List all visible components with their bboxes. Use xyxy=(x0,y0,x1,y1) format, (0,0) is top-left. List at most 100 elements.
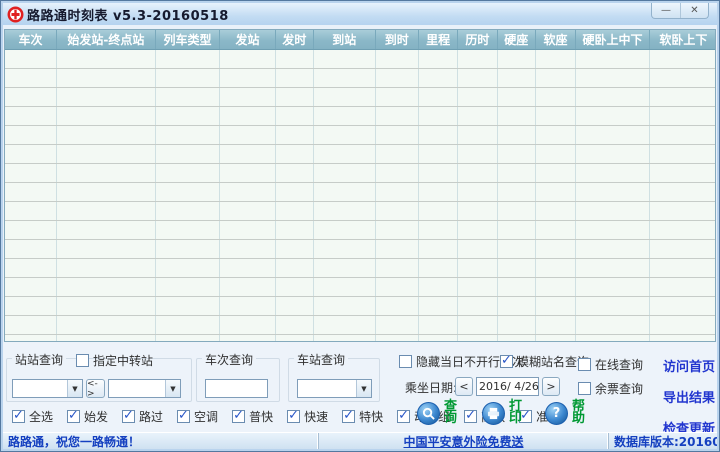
table-cell xyxy=(275,220,315,240)
filter-checkbox-box[interactable] xyxy=(342,408,356,423)
table-cell xyxy=(457,277,498,297)
swap-stations-button[interactable]: <-> xyxy=(86,379,105,399)
print-button[interactable]: 打印 xyxy=(482,399,523,426)
filter-checkbox-box[interactable] xyxy=(464,408,478,423)
filter-checkbox[interactable]: 全选 xyxy=(12,408,53,425)
help-button[interactable]: ? 帮助 xyxy=(545,400,586,425)
table-cell xyxy=(56,258,156,278)
table-row[interactable] xyxy=(5,49,715,69)
column-header[interactable]: 软卧上下 xyxy=(648,30,715,50)
chevron-down-icon[interactable]: ▼ xyxy=(165,380,180,397)
station-lookup-combobox[interactable]: ▼ xyxy=(297,379,372,398)
side-link[interactable]: 访问首页 xyxy=(663,356,715,375)
table-cell xyxy=(375,315,419,335)
filter-checkbox[interactable]: 快速 xyxy=(287,408,328,425)
insurance-ad-link[interactable]: 中国平安意外险免费送 xyxy=(403,433,523,449)
ticket-query-box[interactable] xyxy=(578,382,591,395)
online-query-checkbox[interactable]: 在线查询 xyxy=(578,356,643,373)
filter-checkbox[interactable]: 普快 xyxy=(232,408,273,425)
station-lookup-value[interactable] xyxy=(298,380,356,397)
fuzzy-name-box[interactable] xyxy=(500,353,513,368)
table-cell xyxy=(219,296,276,316)
table-cell xyxy=(56,334,156,341)
filter-checkbox-box[interactable] xyxy=(12,408,25,423)
column-header[interactable]: 软座 xyxy=(534,30,577,50)
column-header[interactable]: 列车类型 xyxy=(154,30,221,50)
table-row[interactable] xyxy=(5,68,715,88)
filter-checkbox-box[interactable] xyxy=(232,408,246,423)
from-station-combobox[interactable]: ▼ xyxy=(12,379,83,398)
date-prev-button[interactable]: < xyxy=(455,377,473,396)
table-cell xyxy=(649,258,715,278)
filter-checkbox-box[interactable] xyxy=(122,408,136,423)
table-cell xyxy=(155,315,221,335)
from-station-value[interactable] xyxy=(13,380,67,397)
column-header[interactable]: 车次 xyxy=(5,30,57,50)
column-header[interactable]: 硬座 xyxy=(496,30,536,50)
online-query-box[interactable] xyxy=(578,358,591,371)
table-row[interactable] xyxy=(5,125,715,145)
filter-checkbox-box[interactable] xyxy=(287,408,301,423)
filter-checkbox-box[interactable] xyxy=(67,408,81,423)
table-cell xyxy=(649,315,715,335)
filter-checkbox[interactable]: 特快 xyxy=(342,408,383,425)
table-cell xyxy=(219,239,276,259)
column-header[interactable]: 发时 xyxy=(274,30,315,50)
fuzzy-name-checkbox[interactable]: 模糊站名查询 xyxy=(500,353,589,370)
chevron-down-icon[interactable]: ▼ xyxy=(67,380,82,397)
table-row[interactable] xyxy=(5,277,715,297)
table-cell xyxy=(375,220,419,240)
table-cell xyxy=(275,296,315,316)
table-row[interactable] xyxy=(5,87,715,107)
filter-checkbox[interactable]: 始发 xyxy=(67,408,108,425)
table-cell xyxy=(56,201,156,221)
table-row[interactable] xyxy=(5,220,715,240)
table-cell xyxy=(457,239,498,259)
search-button[interactable]: 查询 xyxy=(417,400,458,425)
travel-date-value[interactable]: 2016/ 4/26 xyxy=(477,380,541,393)
table-cell xyxy=(418,68,459,88)
table-row[interactable] xyxy=(5,144,715,164)
close-button[interactable]: ✕ xyxy=(680,3,708,18)
printer-icon xyxy=(482,401,505,425)
hide-nonrunning-box[interactable] xyxy=(399,355,412,368)
table-cell xyxy=(497,87,536,107)
column-header[interactable]: 里程 xyxy=(417,30,459,50)
column-header[interactable]: 历时 xyxy=(457,30,498,50)
table-row[interactable] xyxy=(5,258,715,278)
column-header[interactable]: 到时 xyxy=(374,30,419,50)
filter-checkbox-box[interactable] xyxy=(177,408,191,423)
table-row[interactable] xyxy=(5,182,715,202)
table-row[interactable] xyxy=(5,201,715,221)
table-cell xyxy=(535,144,577,164)
column-header[interactable]: 硬卧上中下 xyxy=(575,30,650,50)
side-link[interactable]: 导出结果 xyxy=(663,387,715,406)
to-station-value[interactable] xyxy=(109,380,165,397)
ticket-query-checkbox[interactable]: 余票查询 xyxy=(578,380,643,397)
table-row[interactable] xyxy=(5,163,715,183)
table-row[interactable] xyxy=(5,239,715,259)
transfer-station-checkbox[interactable]: 指定中转站 xyxy=(76,352,153,369)
minimize-button[interactable]: — xyxy=(652,3,680,18)
table-row[interactable] xyxy=(5,106,715,126)
filter-checkbox[interactable]: 路过 xyxy=(122,408,163,425)
status-message: 路路通，祝您一路畅通！ xyxy=(3,433,319,449)
table-row[interactable] xyxy=(5,315,715,335)
to-station-combobox[interactable]: ▼ xyxy=(108,379,181,398)
table-row[interactable] xyxy=(5,334,715,341)
filter-checkbox[interactable]: 空调 xyxy=(177,408,218,425)
train-number-input[interactable] xyxy=(205,379,268,398)
travel-date-picker[interactable]: 2016/ 4/26 ▼ xyxy=(476,377,550,396)
print-button-label: 打印 xyxy=(508,399,522,426)
date-next-button[interactable]: > xyxy=(542,377,560,396)
column-header[interactable]: 始发站-终点站 xyxy=(55,30,156,50)
transfer-checkbox-box[interactable] xyxy=(76,354,89,367)
table-cell xyxy=(375,106,419,126)
table-cell xyxy=(375,258,419,278)
column-header[interactable]: 到站 xyxy=(313,30,376,50)
column-header[interactable]: 发站 xyxy=(219,30,276,50)
chevron-down-icon[interactable]: ▼ xyxy=(356,380,371,397)
table-cell xyxy=(313,277,376,297)
table-row[interactable] xyxy=(5,296,715,316)
filter-checkbox-box[interactable] xyxy=(397,408,411,423)
